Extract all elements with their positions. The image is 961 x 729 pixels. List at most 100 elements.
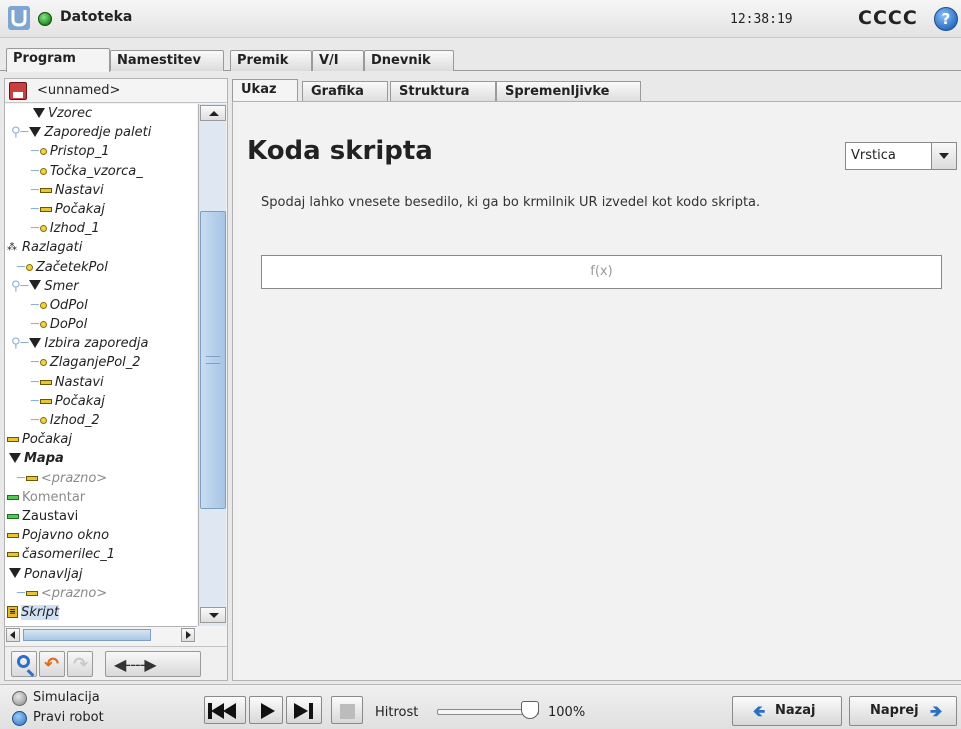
real-robot-label: Pravi robot <box>33 710 104 725</box>
page-title: Koda skripta <box>247 136 433 166</box>
waypoint-icon <box>39 417 47 424</box>
command-panel: Koda skripta Vrstica Spodaj lahko vneset… <box>232 101 961 681</box>
chevron-down-icon <box>931 143 956 169</box>
tree-node[interactable]: ─ <prazno> <box>5 584 197 603</box>
rewind-button[interactable] <box>204 696 246 724</box>
real-robot-radio[interactable] <box>12 711 27 726</box>
robot-name: CCCC <box>858 7 918 29</box>
tree-node[interactable]: Pojavno okno <box>5 526 197 545</box>
pallet-icon: ⁂ <box>7 241 17 253</box>
tree-node[interactable]: Mapa <box>5 449 197 468</box>
tab-program[interactable]: Program <box>6 48 110 72</box>
left-right-arrow-icon: ◀----▶ <box>114 655 157 674</box>
tree-node[interactable]: časomerilec_1 <box>5 545 197 564</box>
tab-premik[interactable]: Premik <box>230 50 312 71</box>
file-menu[interactable]: Datoteka <box>60 9 132 25</box>
play-button[interactable] <box>249 696 283 724</box>
program-header: <unnamed> <box>5 79 227 103</box>
scroll-up-button[interactable] <box>200 105 226 121</box>
program-name: <unnamed> <box>37 83 121 98</box>
undo-icon: ↶ <box>44 654 60 675</box>
scroll-left-button[interactable] <box>6 628 20 642</box>
arrow-right-icon: 🡺 <box>930 702 943 720</box>
redo-button[interactable]: ↷ <box>67 651 93 677</box>
tab-vi[interactable]: V/I <box>312 50 364 71</box>
tree-node[interactable]: ─ DoPol <box>5 315 197 334</box>
save-icon[interactable] <box>9 82 27 100</box>
script-mode-select[interactable]: Vrstica <box>845 142 957 170</box>
tree-node[interactable]: ⚲─ Izbira zaporedja <box>5 334 197 353</box>
robot-status-icon <box>38 12 52 26</box>
tree-node[interactable]: ─ ZačetekPol <box>5 258 197 277</box>
help-icon[interactable]: ? <box>934 7 958 31</box>
tab-dnevnik[interactable]: Dnevnik <box>364 50 454 71</box>
script-icon: ≡ <box>7 606 18 619</box>
tab-ukaz[interactable]: Ukaz <box>232 79 298 102</box>
redo-icon: ↷ <box>73 654 89 675</box>
tree-node[interactable]: ⚲─ Smer <box>5 277 197 296</box>
popup-icon <box>7 533 19 539</box>
tree-node[interactable]: Ponavljaj <box>5 565 197 584</box>
tree-node[interactable]: Komentar <box>5 488 197 507</box>
speed-label: Hitrost <box>375 705 419 720</box>
waypoint-icon <box>39 225 47 233</box>
tree-node[interactable]: ⚲─ Zaporedje paleti <box>5 123 197 142</box>
search-button[interactable] <box>11 651 37 677</box>
folder-triangle-icon <box>33 107 45 118</box>
comment-icon <box>7 494 19 500</box>
clock: 12:38:19 <box>730 12 793 27</box>
footer-bar: Simulacija Pravi robot Hitrost 100% 🡸 Na… <box>0 684 961 729</box>
move-node-button[interactable]: ◀----▶ <box>105 651 201 677</box>
tree-node[interactable]: Zaustavi <box>5 507 197 526</box>
stop-icon <box>340 704 355 719</box>
undo-button[interactable]: ↶ <box>39 651 65 677</box>
tree-node[interactable]: ─ Izhod_2 <box>5 411 197 430</box>
tree-node[interactable]: ─ Nastavi <box>5 373 197 392</box>
waypoint-icon <box>39 321 47 329</box>
wait-icon <box>39 398 52 404</box>
folder-triangle-icon <box>29 280 42 291</box>
simulation-radio[interactable] <box>12 691 27 706</box>
tree-node[interactable]: ⁂ Razlagati <box>5 238 197 257</box>
stop-button[interactable] <box>331 696 363 724</box>
next-button[interactable]: Naprej 🡺 <box>849 696 957 726</box>
tree-node[interactable]: ─ Počakaj <box>5 392 197 411</box>
tab-namestitev[interactable]: Namestitev <box>110 50 224 71</box>
tree-node[interactable]: ─ Pristop_1 <box>5 142 197 161</box>
halt-icon <box>7 513 19 519</box>
tree-node[interactable]: Počakaj <box>5 430 197 449</box>
script-expression-input[interactable]: f(x) <box>261 255 942 289</box>
tree-horizontal-scrollbar[interactable] <box>5 626 197 643</box>
scroll-thumb[interactable] <box>200 211 226 509</box>
waypoint-icon <box>39 148 47 156</box>
tree-node[interactable]: ─ Izhod_1 <box>5 219 197 238</box>
tree-node[interactable]: ─ ZlaganjePol_2 <box>5 353 197 372</box>
step-icon <box>294 703 308 719</box>
set-icon <box>39 379 52 385</box>
scroll-right-button[interactable] <box>181 628 195 642</box>
wait-icon <box>39 206 52 212</box>
horizontal-scroll-thumb[interactable] <box>23 629 151 641</box>
empty-icon <box>25 590 38 596</box>
tree-node-selected[interactable]: ≡ Skript <box>5 603 197 622</box>
tab-struktura[interactable]: Struktura <box>390 81 496 102</box>
tree-node[interactable]: ─ <prazno> <box>5 469 197 488</box>
tab-grafika[interactable]: Grafika <box>302 81 388 102</box>
tree-node[interactable]: ─ Nastavi <box>5 181 197 200</box>
back-button[interactable]: 🡸 Nazaj <box>732 696 842 726</box>
timer-icon <box>7 552 19 558</box>
program-tree-panel: <unnamed> Vzorec ⚲─ Zaporedje paleti ─ Pri… <box>4 78 228 681</box>
tab-spremenljivke[interactable]: Spremenljivke <box>496 81 641 102</box>
scroll-down-button[interactable] <box>200 607 226 623</box>
step-button[interactable] <box>286 696 322 724</box>
tree-node[interactable]: ─ OdPol <box>5 296 197 315</box>
main-tabs: Program Namestitev Premik V/I Dnevnik <box>0 44 961 72</box>
waypoint-icon <box>39 301 47 309</box>
program-tree[interactable]: Vzorec ⚲─ Zaporedje paleti ─ Pristop_1 ─ To… <box>5 104 197 626</box>
tree-node[interactable]: ─ Točka_vzorca_ <box>5 162 197 181</box>
tree-node[interactable]: ─ Počakaj <box>5 200 197 219</box>
speed-slider-handle[interactable] <box>521 701 539 719</box>
tree-node[interactable]: Vzorec <box>5 104 197 123</box>
arrow-left-icon: 🡸 <box>753 702 766 720</box>
tree-vertical-scrollbar[interactable] <box>198 104 226 626</box>
